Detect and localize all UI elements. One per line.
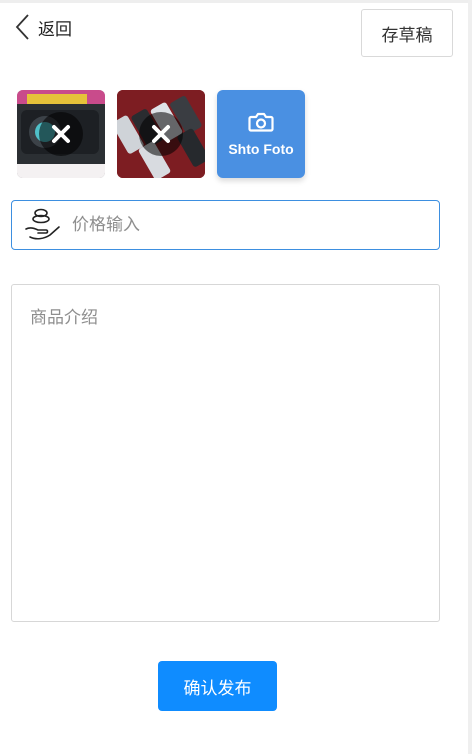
back-label: 返回 [38,19,72,40]
description-field[interactable] [11,284,440,622]
remove-photo-button-2[interactable] [139,112,183,156]
price-input[interactable] [70,214,439,236]
photo-thumbnail-1[interactable] [17,90,105,178]
confirm-publish-button[interactable]: 确认发布 [158,661,277,711]
description-input[interactable] [12,285,439,621]
close-icon [152,125,170,143]
remove-photo-button-1[interactable] [39,112,83,156]
photo-thumbnail-2[interactable] [117,90,205,178]
price-hand-coin-icon [25,208,60,240]
chevron-left-icon [15,14,29,40]
back-button[interactable]: 返回 [14,12,72,42]
add-photo-button[interactable]: Shto Foto [217,90,305,178]
scrollbar-track [468,0,472,754]
add-photo-label: Shto Foto [228,141,294,157]
camera-icon [248,112,274,132]
price-field[interactable] [11,200,440,250]
close-icon [52,125,70,143]
top-divider [0,0,472,3]
save-draft-button[interactable]: 存草稿 [361,9,453,57]
